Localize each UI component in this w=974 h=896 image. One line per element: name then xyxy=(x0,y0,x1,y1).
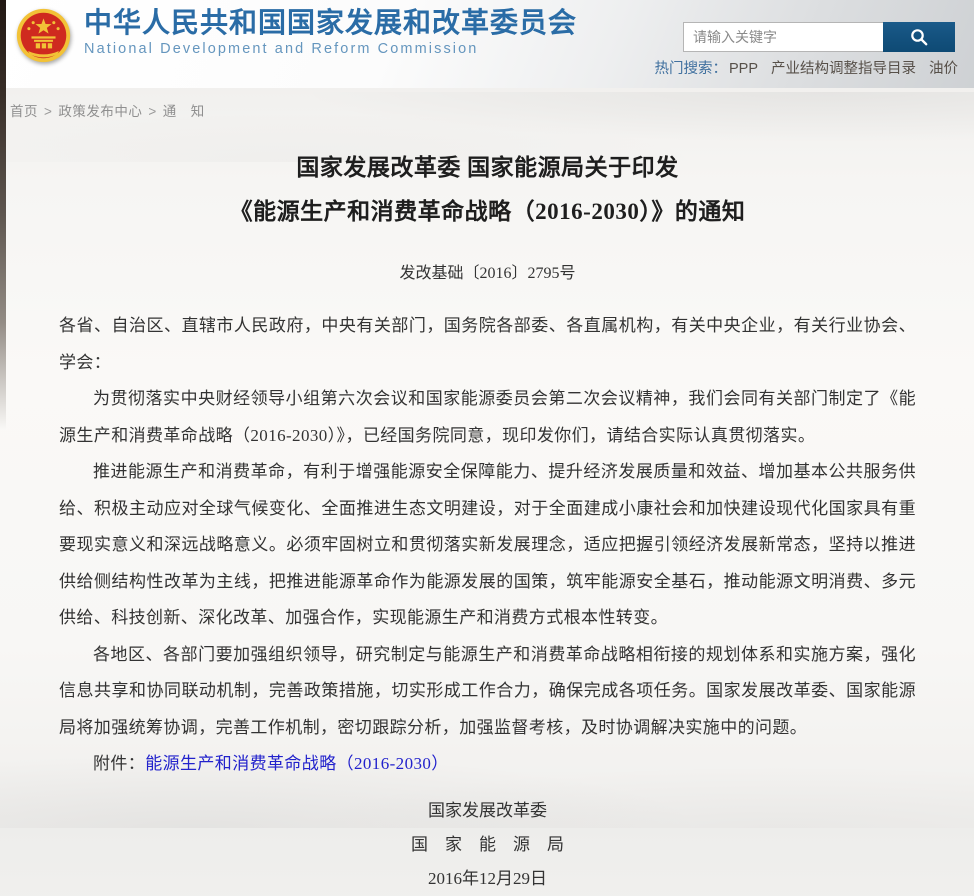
paragraph-3: 各地区、各部门要加强组织领导，研究制定与能源生产和消费革命战略相衔接的规划体系和… xyxy=(59,637,916,747)
paragraph-1: 为贯彻落实中央财经领导小组第六次会议和国家能源委员会第二次会议精神，我们会同有关… xyxy=(59,381,916,454)
document-title: 国家发展改革委 国家能源局关于印发 《能源生产和消费革命战略（2016-2030… xyxy=(59,146,916,234)
signature-block: 国家发展改革委 国 家 能 源 局 2016年12月29日 xyxy=(59,794,916,896)
attachment-line: 附件：能源生产和消费革命战略（2016-2030） xyxy=(59,746,916,783)
breadcrumb-policy-center[interactable]: 政策发布中心 xyxy=(58,104,142,119)
search-button[interactable] xyxy=(883,22,955,52)
document-title-line2: 《能源生产和消费革命战略（2016-2030）》的通知 xyxy=(230,199,746,224)
hot-search-link-catalog[interactable]: 产业结构调整指导目录 xyxy=(771,61,916,77)
signature-agency-ndrc: 国家发展改革委 xyxy=(59,794,916,828)
site-header: 中华人民共和国国家发展和改革委员会 National Development a… xyxy=(0,0,974,88)
search-input[interactable] xyxy=(683,22,883,52)
site-logo[interactable]: 中华人民共和国国家发展和改革委员会 National Development a… xyxy=(16,5,577,63)
site-title-chinese: 中华人民共和国国家发展和改革委员会 xyxy=(84,5,577,41)
breadcrumb-separator: > xyxy=(148,104,156,119)
attachment-link[interactable]: 能源生产和消费革命战略（2016-2030） xyxy=(145,754,448,773)
search-box xyxy=(683,22,955,52)
document-number: 发改基础〔2016〕2795号 xyxy=(59,259,916,283)
hot-search-bar: 热门搜索：PPP 产业结构调整指导目录油价 xyxy=(654,57,958,78)
document-body: 各省、自治区、直辖市人民政府，中央有关部门，国务院各部委、各直属机构，有关中央企… xyxy=(59,308,916,783)
national-emblem-icon xyxy=(16,8,71,63)
site-title-english: National Development and Reform Commissi… xyxy=(84,41,577,57)
signature-agency-nea: 国 家 能 源 局 xyxy=(59,828,916,862)
hot-search-link-ppp[interactable]: PPP xyxy=(729,61,758,77)
hot-search-link-oil-price[interactable]: 油价 xyxy=(929,61,958,77)
document-area: 国家发展改革委 国家能源局关于印发 《能源生产和消费革命战略（2016-2030… xyxy=(59,146,916,896)
breadcrumb-home[interactable]: 首页 xyxy=(10,104,38,119)
paragraph-2: 推进能源生产和消费革命，有利于增强能源安全保障能力、提升经济发展质量和效益、增加… xyxy=(59,454,916,637)
breadcrumb-current-notice: 通 知 xyxy=(163,104,205,119)
breadcrumb: 首页 > 政策发布中心 > 通 知 xyxy=(10,100,205,120)
signature-date: 2016年12月29日 xyxy=(59,862,916,896)
breadcrumb-separator: > xyxy=(44,104,52,119)
document-title-line1: 国家发展改革委 国家能源局关于印发 xyxy=(296,155,678,180)
attachment-label: 附件： xyxy=(93,754,145,773)
search-icon xyxy=(909,27,929,47)
site-title-block: 中华人民共和国国家发展和改革委员会 National Development a… xyxy=(84,5,577,57)
left-edge-shadow xyxy=(0,0,6,430)
hot-search-label: 热门搜索： xyxy=(654,61,727,77)
paragraph-salutation: 各省、自治区、直辖市人民政府，中央有关部门，国务院各部委、各直属机构，有关中央企… xyxy=(59,308,916,381)
